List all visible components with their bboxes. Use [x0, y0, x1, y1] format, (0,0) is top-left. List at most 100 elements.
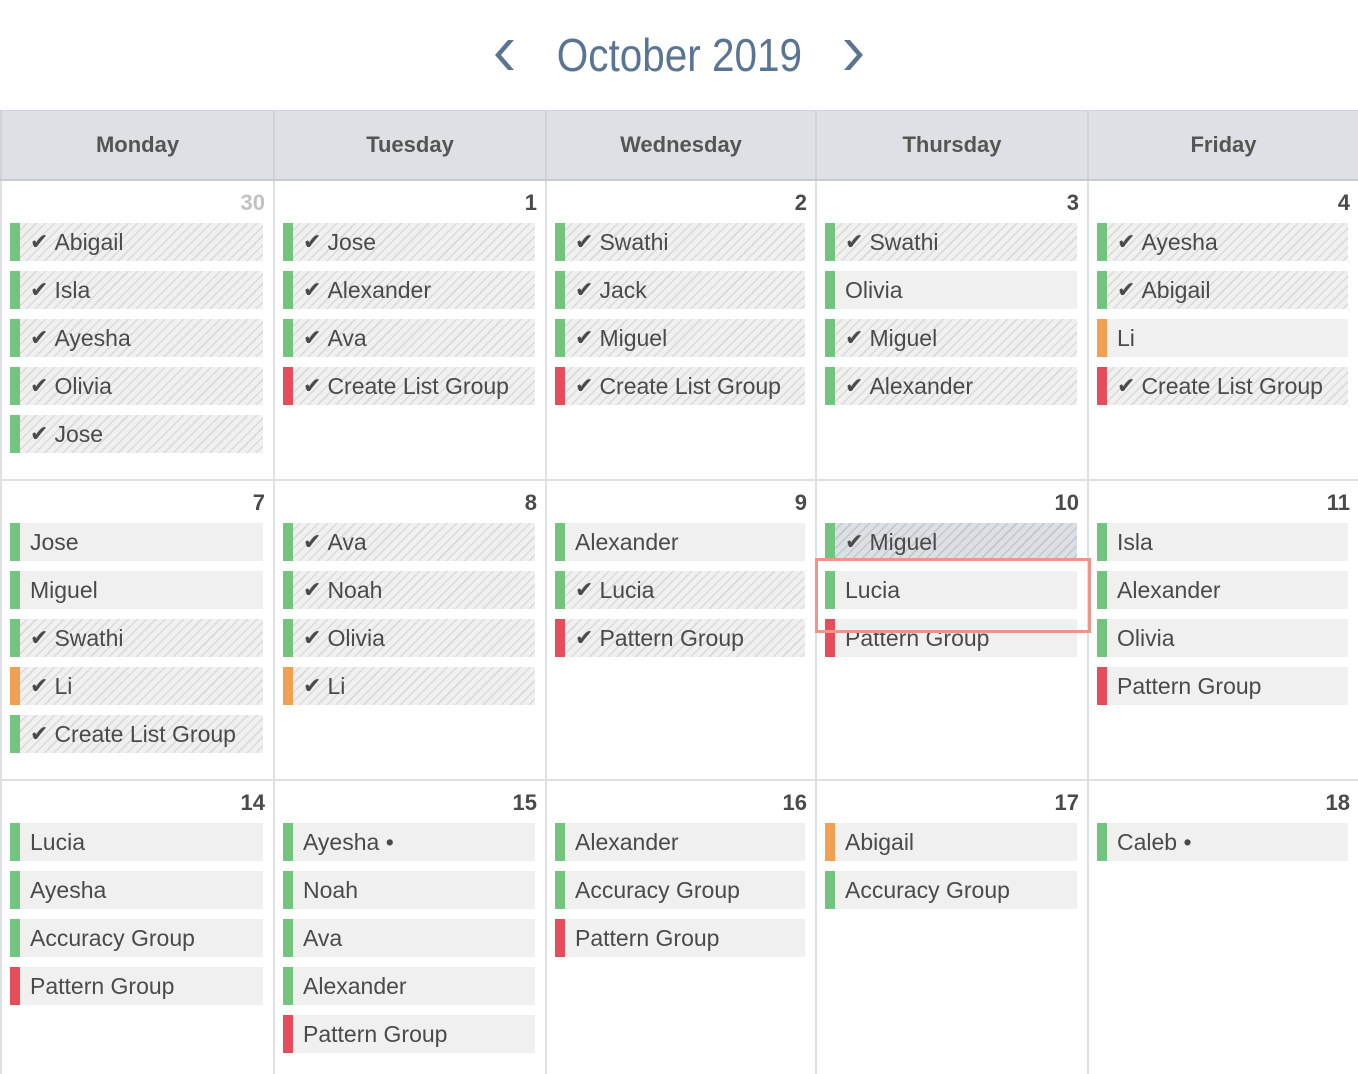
checkmark-icon: ✔ [303, 625, 322, 650]
week-row: 14 Lucia Ayesha Accuracy Group Pattern Group… [0, 781, 1358, 1074]
calendar-event[interactable]: Ava [283, 919, 535, 957]
calendar-event[interactable]: Noah [283, 871, 535, 909]
calendar-event[interactable]: Li [1097, 319, 1348, 357]
calendar-event[interactable]: ✔ Alexander [825, 367, 1077, 405]
calendar-event[interactable]: ✔ Ava [283, 523, 535, 561]
event-label: Lucia [599, 576, 655, 603]
calendar-event[interactable]: Jose [10, 523, 263, 561]
calendar-event[interactable]: Alexander [555, 523, 805, 561]
calendar-event[interactable]: ✔ Noah [283, 571, 535, 609]
calendar-event[interactable]: ✔ Alexander [283, 271, 535, 309]
calendar-event[interactable]: Lucia [10, 823, 263, 861]
calendar-event[interactable]: ✔ Create List Group [283, 367, 535, 405]
calendar-event[interactable]: ✔ Swathi [555, 223, 805, 261]
calendar-event[interactable]: Alexander [555, 823, 805, 861]
checkmark-icon: ✔ [1117, 229, 1136, 254]
event-label: Ava [327, 324, 367, 351]
day-cell[interactable]: 1 ✔ Jose ✔ Alexander ✔ Ava ✔ Create List Group [273, 181, 545, 479]
event-status-bar [555, 367, 565, 405]
day-cell[interactable]: 15 Ayesha • Noah Ava Alexander Pattern Group [273, 781, 545, 1074]
calendar-event[interactable]: Pattern Group [1097, 667, 1348, 705]
event-label: Ayesha • [303, 828, 394, 855]
calendar-event[interactable]: Alexander [1097, 571, 1348, 609]
event-status-bar [1097, 823, 1107, 861]
event-label: Create List Group [54, 720, 236, 747]
checkmark-icon: ✔ [845, 325, 864, 350]
event-label: Alexander [327, 276, 432, 303]
checkmark-icon: ✔ [575, 373, 594, 398]
calendar-event[interactable]: Alexander [283, 967, 535, 1005]
day-cell[interactable]: 8 ✔ Ava ✔ Noah ✔ Olivia ✔ Li [273, 481, 545, 779]
calendar-event[interactable]: Isla [1097, 523, 1348, 561]
calendar-event[interactable]: Olivia [1097, 619, 1348, 657]
event-label: Jose [327, 228, 377, 255]
event-label: Alexander [575, 828, 679, 855]
day-cell[interactable]: 16 Alexander Accuracy Group Pattern Group [545, 781, 815, 1074]
calendar-event[interactable]: ✔ Swathi [10, 619, 263, 657]
calendar-event[interactable]: ✔ Lucia [555, 571, 805, 609]
event-label: Accuracy Group [30, 924, 195, 951]
calendar-event[interactable]: Pattern Group [825, 619, 1077, 657]
next-month-button[interactable] [832, 30, 872, 80]
calendar-event[interactable]: Olivia [825, 271, 1077, 309]
day-cell[interactable]: 14 Lucia Ayesha Accuracy Group Pattern Group [0, 781, 273, 1074]
day-cell[interactable]: 3 ✔ Swathi Olivia ✔ Miguel ✔ Alexander [815, 181, 1087, 479]
calendar-event[interactable]: Ayesha [10, 871, 263, 909]
event-status-bar [555, 223, 565, 261]
calendar-event[interactable]: ✔ Jack [555, 271, 805, 309]
day-cell[interactable]: 30 ✔ Abigail ✔ Isla ✔ Ayesha ✔ Olivia ✔ Jose [0, 181, 273, 479]
day-cell[interactable]: 7 Jose Miguel ✔ Swathi ✔ Li ✔ Create List Group [0, 481, 273, 779]
day-cell[interactable]: 2 ✔ Swathi ✔ Jack ✔ Miguel ✔ Create List Group [545, 181, 815, 479]
calendar-event[interactable]: ✔ Ayesha [1097, 223, 1348, 261]
event-label: Caleb • [1117, 828, 1192, 855]
calendar-event[interactable]: ✔ Li [283, 667, 535, 705]
event-label: Abigail [1141, 276, 1211, 303]
day-number: 18 [1325, 790, 1350, 815]
checkmark-icon: ✔ [30, 721, 49, 746]
day-cell[interactable]: 4 ✔ Ayesha ✔ Abigail Li ✔ Create List Group [1087, 181, 1358, 479]
chevron-right-icon [844, 40, 864, 70]
day-cell[interactable]: 17 Abigail Accuracy Group [815, 781, 1087, 1074]
calendar-event[interactable]: ✔ Jose [10, 415, 263, 453]
calendar-event[interactable]: Miguel [10, 571, 263, 609]
event-label: Li [327, 672, 346, 699]
day-number: 7 [252, 490, 265, 515]
calendar-event[interactable]: Ayesha • [283, 823, 535, 861]
event-status-bar [825, 367, 835, 405]
calendar-event[interactable]: Accuracy Group [825, 871, 1077, 909]
calendar-event[interactable]: ✔ Swathi [825, 223, 1077, 261]
calendar-event[interactable]: ✔ Create List Group [10, 715, 263, 753]
day-cell[interactable]: 18 Caleb • [1087, 781, 1358, 1074]
day-cell[interactable]: 10 ✔ Miguel Lucia Pattern Group [815, 481, 1087, 779]
calendar-event[interactable]: Pattern Group [283, 1015, 535, 1053]
calendar-event[interactable]: ✔ Li [10, 667, 263, 705]
calendar-event[interactable]: Abigail [825, 823, 1077, 861]
calendar-event[interactable]: ✔ Ayesha [10, 319, 263, 357]
calendar-event[interactable]: ✔ Ava [283, 319, 535, 357]
calendar-event[interactable]: ✔ Abigail [1097, 271, 1348, 309]
calendar-event[interactable]: ✔ Create List Group [555, 367, 805, 405]
calendar-event[interactable]: ✔ Miguel [825, 319, 1077, 357]
calendar-event[interactable]: ✔ Olivia [10, 367, 263, 405]
calendar-event[interactable]: ✔ Jose [283, 223, 535, 261]
calendar-event[interactable]: ✔ Miguel [825, 523, 1077, 561]
calendar-event[interactable]: Caleb • [1097, 823, 1348, 861]
calendar-event[interactable]: Lucia [825, 571, 1077, 609]
calendar-event[interactable]: Pattern Group [10, 967, 263, 1005]
calendar-event[interactable]: ✔ Pattern Group [555, 619, 805, 657]
calendar-event[interactable]: ✔ Miguel [555, 319, 805, 357]
event-label: Miguel [869, 324, 938, 351]
checkmark-icon: ✔ [575, 577, 594, 602]
calendar-event[interactable]: Pattern Group [555, 919, 805, 957]
calendar-event[interactable]: ✔ Isla [10, 271, 263, 309]
day-cell[interactable]: 11 Isla Alexander Olivia Pattern Group [1087, 481, 1358, 779]
calendar-event[interactable]: Accuracy Group [10, 919, 263, 957]
calendar-event[interactable]: Accuracy Group [555, 871, 805, 909]
calendar-event[interactable]: ✔ Abigail [10, 223, 263, 261]
calendar-event[interactable]: ✔ Create List Group [1097, 367, 1348, 405]
day-cell[interactable]: 9 Alexander ✔ Lucia ✔ Pattern Group [545, 481, 815, 779]
event-status-bar [283, 319, 293, 357]
calendar-event[interactable]: ✔ Olivia [283, 619, 535, 657]
prev-month-button[interactable] [486, 30, 526, 80]
event-status-bar [10, 823, 20, 861]
